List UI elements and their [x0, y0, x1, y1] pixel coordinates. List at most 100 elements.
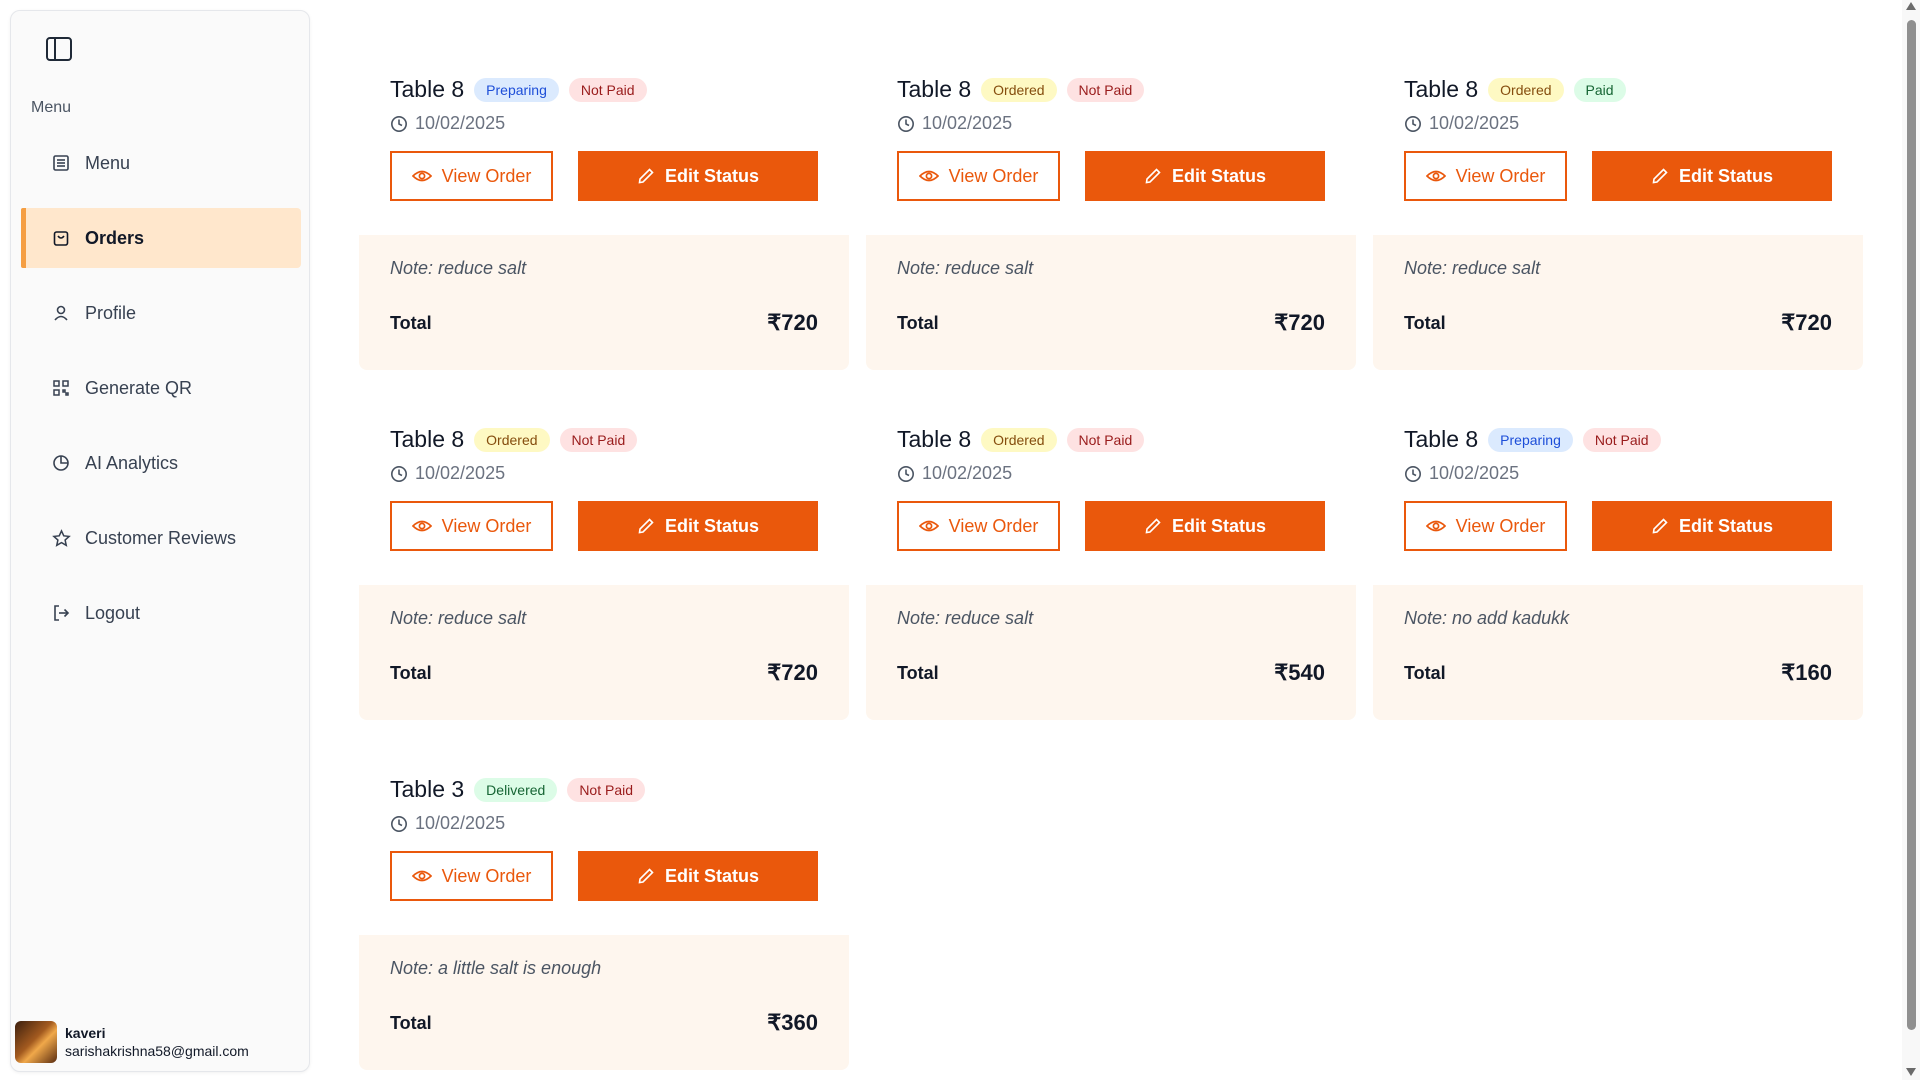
- pie-chart-icon: [51, 453, 71, 473]
- logout-icon: [51, 603, 71, 623]
- order-date: 10/02/2025: [390, 813, 505, 834]
- order-note: Note: reduce salt: [390, 608, 527, 628]
- qr-code-icon: [51, 378, 71, 398]
- edit-status-button[interactable]: Edit Status: [1085, 151, 1325, 201]
- sidebar-section-label: Menu: [31, 99, 72, 116]
- view-order-label: View Order: [1455, 515, 1546, 536]
- order-date: 10/02/2025: [390, 113, 505, 134]
- sidebar-item-logout[interactable]: Logout: [21, 583, 311, 643]
- view-order-button[interactable]: View Order: [1404, 151, 1567, 201]
- edit-status-button[interactable]: Edit Status: [1592, 151, 1832, 201]
- sidebar-nav: Menu Orders Profile Generate QR AI Analy…: [21, 133, 311, 658]
- order-note: Note: reduce salt: [390, 258, 527, 278]
- order-card-footer: Note: reduce salt Total ₹720: [1373, 235, 1863, 370]
- eye-icon: [918, 169, 939, 183]
- view-order-button[interactable]: View Order: [390, 151, 553, 201]
- sidebar-item-generate-qr[interactable]: Generate QR: [21, 358, 311, 418]
- clock-icon: [897, 464, 917, 484]
- scroll-down-arrow-icon[interactable]: [1906, 1068, 1916, 1076]
- pencil-icon: [1651, 167, 1669, 185]
- view-order-button[interactable]: View Order: [1404, 501, 1567, 551]
- sidebar-item-menu[interactable]: Menu: [21, 133, 311, 193]
- order-card-footer: Note: reduce salt Total ₹720: [359, 585, 849, 720]
- sidebar-item-orders[interactable]: Orders: [21, 208, 301, 268]
- sidebar-toggle-icon[interactable]: [35, 25, 83, 73]
- table-name: Table 8: [897, 426, 972, 452]
- sidebar-item-label: Orders: [85, 227, 145, 248]
- view-order-label: View Order: [1455, 165, 1546, 186]
- order-date: 10/02/2025: [390, 463, 505, 484]
- clock-icon: [390, 814, 410, 834]
- payment-badge: Not Paid: [559, 427, 638, 452]
- edit-status-label: Edit Status: [1171, 515, 1266, 536]
- order-card: Table 8 Ordered Not Paid 10/02/2025 View…: [866, 50, 1356, 372]
- edit-status-button[interactable]: Edit Status: [1592, 501, 1832, 551]
- order-card-header: Table 8 Ordered Paid 10/02/2025 View Ord…: [1373, 50, 1863, 235]
- payment-badge: Not Paid: [567, 777, 646, 802]
- sidebar-item-customer-reviews[interactable]: Customer Reviews: [21, 508, 311, 568]
- pencil-icon: [1144, 517, 1162, 535]
- table-name: Table 8: [897, 76, 972, 102]
- pencil-icon: [637, 867, 655, 885]
- eye-icon: [1425, 169, 1446, 183]
- order-note: Note: reduce salt: [897, 608, 1034, 628]
- status-badge: Ordered: [981, 427, 1057, 452]
- total-value: ₹720: [767, 660, 818, 685]
- scroll-thumb[interactable]: [1907, 20, 1916, 1030]
- order-date-text: 10/02/2025: [415, 113, 506, 133]
- eye-icon: [918, 519, 939, 533]
- status-badge: Ordered: [981, 77, 1057, 102]
- status-badge: Ordered: [1488, 77, 1564, 102]
- view-order-button[interactable]: View Order: [897, 501, 1060, 551]
- view-order-label: View Order: [441, 865, 532, 886]
- order-date-text: 10/02/2025: [415, 463, 506, 483]
- total-label: Total: [390, 313, 432, 333]
- payment-badge: Not Paid: [568, 77, 647, 102]
- view-order-button[interactable]: View Order: [390, 851, 553, 901]
- order-note: Note: a little salt is enough: [390, 958, 602, 978]
- order-date-text: 10/02/2025: [922, 113, 1013, 133]
- order-date-text: 10/02/2025: [415, 813, 506, 833]
- eye-icon: [411, 869, 432, 883]
- edit-status-button[interactable]: Edit Status: [578, 151, 818, 201]
- total-label: Total: [1404, 313, 1446, 333]
- clock-icon: [1404, 114, 1424, 134]
- table-name: Table 3: [390, 776, 465, 802]
- clock-icon: [897, 114, 917, 134]
- order-date-text: 10/02/2025: [1429, 113, 1520, 133]
- user-email: sarishakrishna58@gmail.com: [65, 1043, 249, 1059]
- vertical-scrollbar[interactable]: [1902, 0, 1920, 1080]
- order-card-footer: Note: no add kadukk Total ₹160: [1373, 585, 1863, 720]
- payment-badge: Not Paid: [1066, 427, 1145, 452]
- status-badge: Preparing: [1488, 427, 1573, 452]
- total-value: ₹540: [1274, 660, 1325, 685]
- scroll-up-arrow-icon[interactable]: [1906, 2, 1916, 10]
- order-card-header: Table 8 Preparing Not Paid 10/02/2025 Vi…: [359, 50, 849, 235]
- total-label: Total: [1404, 663, 1446, 683]
- view-order-button[interactable]: View Order: [897, 151, 1060, 201]
- edit-status-button[interactable]: Edit Status: [578, 501, 818, 551]
- edit-status-button[interactable]: Edit Status: [578, 851, 818, 901]
- order-date: 10/02/2025: [1404, 113, 1519, 134]
- edit-status-label: Edit Status: [664, 165, 759, 186]
- shopping-bag-icon: [51, 228, 71, 248]
- edit-status-label: Edit Status: [664, 515, 759, 536]
- sidebar-item-label: Menu: [85, 152, 131, 173]
- order-card-header: Table 8 Preparing Not Paid 10/02/2025 Vi…: [1373, 400, 1863, 585]
- sidebar-item-ai-analytics[interactable]: AI Analytics: [21, 433, 311, 493]
- sidebar-item-profile[interactable]: Profile: [21, 283, 311, 343]
- sidebar-item-label: AI Analytics: [85, 452, 179, 473]
- order-card: Table 8 Ordered Not Paid 10/02/2025 View…: [359, 400, 849, 722]
- table-name: Table 8: [390, 76, 465, 102]
- user-profile[interactable]: kaveri sarishakrishna58@gmail.com: [15, 1021, 249, 1063]
- view-order-button[interactable]: View Order: [390, 501, 553, 551]
- payment-badge: Not Paid: [1066, 77, 1145, 102]
- order-card: Table 8 Ordered Not Paid 10/02/2025 View…: [866, 400, 1356, 722]
- sidebar-item-label: Profile: [85, 302, 137, 323]
- order-card-header: Table 3 Delivered Not Paid 10/02/2025 Vi…: [359, 750, 849, 935]
- order-note: Note: reduce salt: [897, 258, 1034, 278]
- status-badge: Preparing: [474, 77, 559, 102]
- edit-status-button[interactable]: Edit Status: [1085, 501, 1325, 551]
- table-name: Table 8: [1404, 426, 1479, 452]
- order-date: 10/02/2025: [897, 463, 1012, 484]
